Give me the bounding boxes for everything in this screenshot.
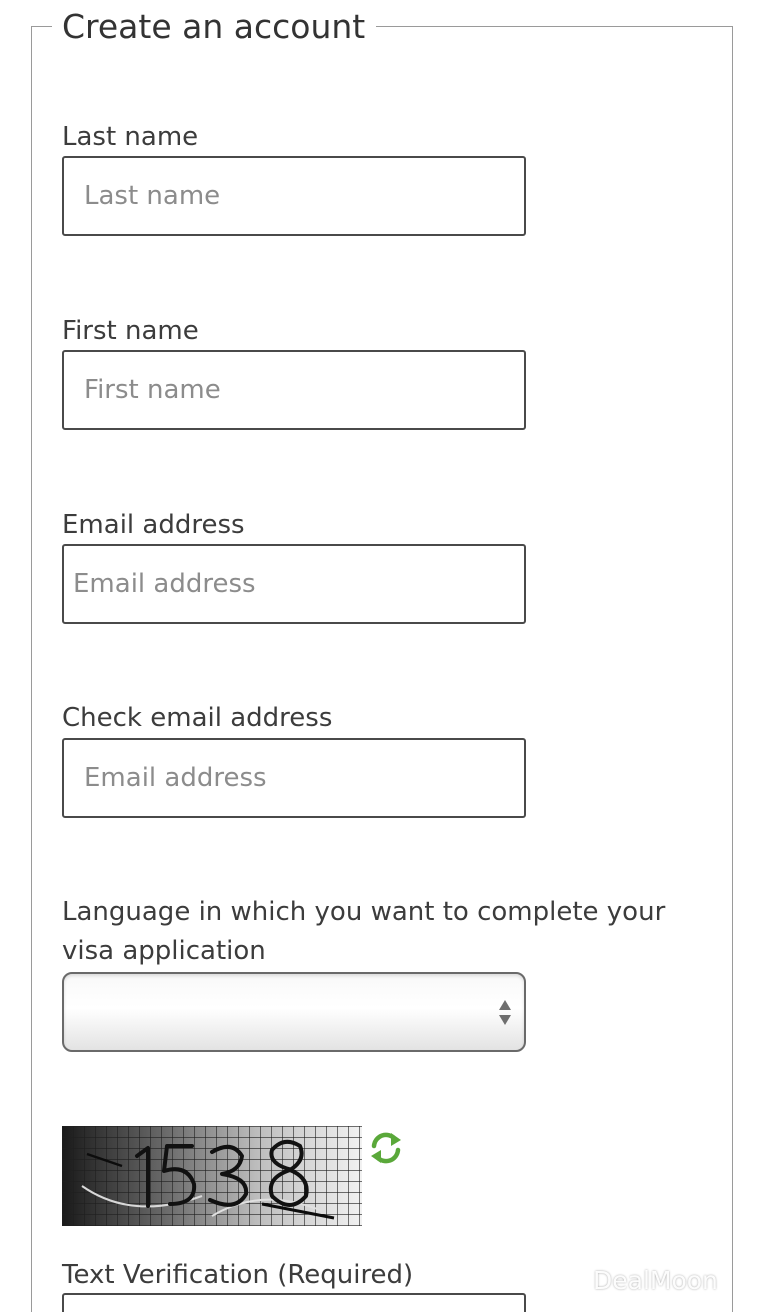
refresh-icon[interactable] (368, 1130, 404, 1166)
page: Create an account Last name First name E… (0, 0, 764, 1312)
captcha-graphic (62, 1126, 362, 1226)
language-label-line1: Language in which you want to complete y… (62, 897, 666, 927)
watermark-text: DealMoon (593, 1265, 718, 1295)
first-name-input[interactable] (62, 350, 526, 430)
form-title: Create an account (52, 4, 377, 50)
language-select[interactable] (62, 972, 526, 1052)
email-label: Email address (62, 510, 245, 540)
last-name-input[interactable] (62, 156, 526, 236)
last-name-label: Last name (62, 122, 199, 152)
dealmoon-logo-icon (549, 1262, 585, 1296)
check-email-label: Check email address (62, 703, 333, 733)
verification-label: Text Verification (Required) (62, 1260, 414, 1290)
watermark: DealMoon (549, 1260, 718, 1300)
first-name-label: First name (62, 316, 199, 346)
check-email-input[interactable] (62, 738, 526, 818)
captcha-image (62, 1126, 362, 1226)
select-arrows-icon (499, 1000, 511, 1025)
verification-input[interactable] (62, 1293, 526, 1312)
email-input[interactable] (62, 544, 526, 624)
language-label-line2: visa application (62, 936, 266, 966)
